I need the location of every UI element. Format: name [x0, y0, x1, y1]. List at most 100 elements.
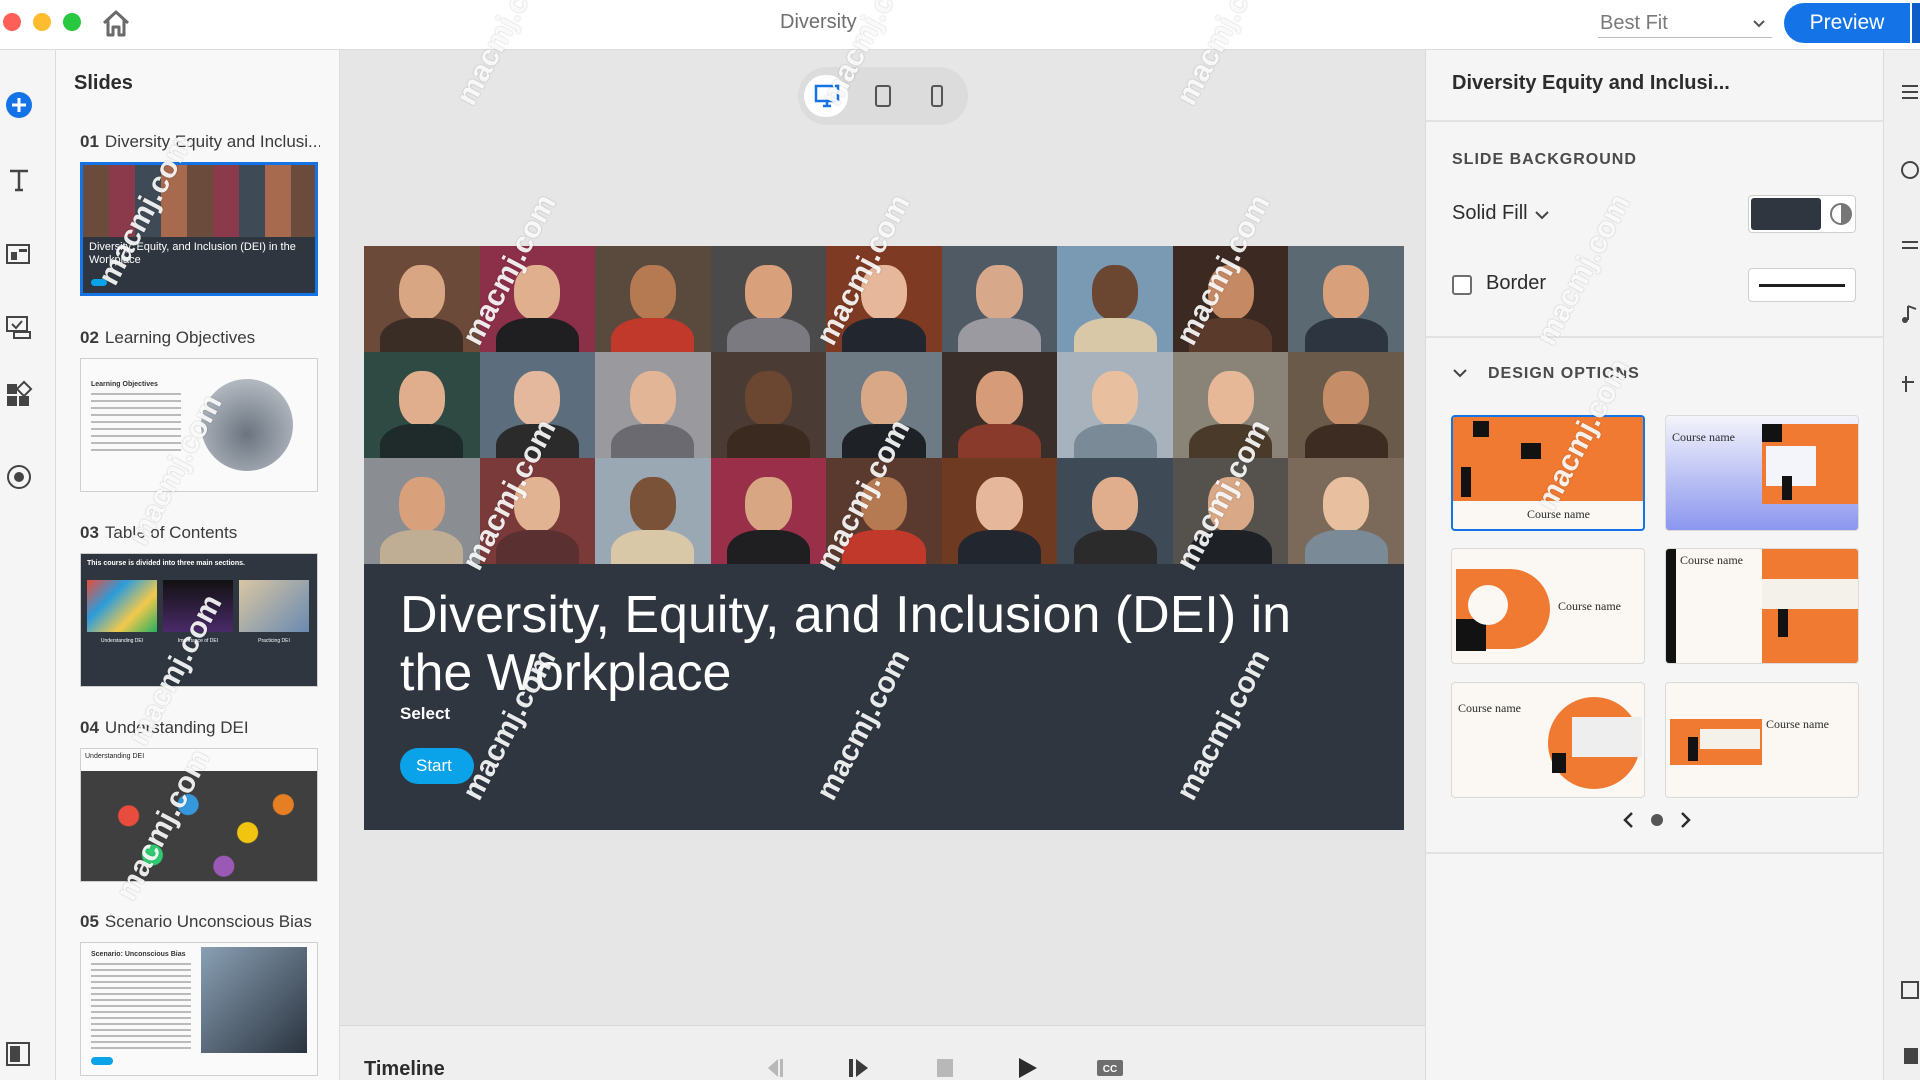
color-picker-icon[interactable]	[1829, 202, 1853, 226]
page-dot[interactable]	[1651, 814, 1663, 826]
audio-tab-icon[interactable]	[1898, 302, 1920, 326]
skip-back-icon[interactable]	[760, 1056, 790, 1080]
home-icon[interactable]	[100, 8, 132, 38]
slides-panel-title: Slides	[74, 72, 133, 94]
theme-option-5[interactable]: Course name	[1451, 682, 1645, 798]
properties-panel: Diversity Equity and Inclusi... SLIDE BA…	[1425, 50, 1884, 1080]
theme-caption: Course name	[1672, 430, 1735, 444]
thumb-caption: Importance of DEI	[177, 638, 219, 644]
panel-tab-icon[interactable]	[1898, 1044, 1920, 1068]
document-title: Diversity	[780, 11, 857, 33]
fill-color-swatch[interactable]	[1748, 195, 1856, 233]
mobile-icon	[931, 85, 943, 107]
thumb-image	[87, 580, 157, 632]
tablet-icon	[875, 85, 891, 107]
thumb-image	[81, 771, 317, 881]
stop-icon[interactable]	[930, 1056, 960, 1080]
border-checkbox[interactable]	[1452, 275, 1472, 295]
app-window: Diversity Best Fit Preview Slides 01 Div…	[0, 0, 1920, 1080]
slide-thumbnail[interactable]: This course is divided into three main s…	[80, 553, 318, 687]
right-tool-rail	[1883, 50, 1920, 1080]
slide-item-4[interactable]: 04 Understanding DEI Understanding DEI	[80, 718, 320, 882]
slide-thumb-heading: This course is divided into three main s…	[87, 560, 245, 567]
minimize-window-button[interactable]	[33, 13, 51, 31]
slide-subtitle[interactable]: Select	[400, 704, 450, 724]
chevron-down-icon[interactable]	[1452, 366, 1468, 380]
thumb-button	[91, 1057, 113, 1065]
close-window-button[interactable]	[3, 13, 21, 31]
desktop-icon	[814, 84, 840, 108]
thumb-image	[239, 580, 309, 632]
fill-color-preview	[1751, 198, 1821, 230]
tablet-view-button[interactable]	[860, 75, 904, 117]
slide-thumb-heading: Diversity, Equity, and Inclusion (DEI) i…	[89, 241, 296, 266]
border-style-select[interactable]	[1748, 268, 1856, 302]
theme-option-4[interactable]: Course name	[1665, 548, 1859, 664]
interaction-tool-icon[interactable]	[4, 312, 34, 342]
slide-start-button[interactable]: Start	[400, 748, 474, 784]
slide-thumbnail[interactable]: Diversity, Equity, and Inclusion (DEI) i…	[80, 162, 318, 296]
theme-option-3[interactable]: Course name	[1451, 548, 1645, 664]
slide-thumbnail[interactable]: Scenario: Unconscious Bias	[80, 942, 318, 1076]
slide-label: 05 Scenario Unconscious Bias	[80, 912, 320, 934]
theme-option-2[interactable]: Course name	[1665, 415, 1859, 531]
record-tool-icon[interactable]	[4, 462, 34, 492]
step-forward-icon[interactable]	[845, 1056, 875, 1080]
slide-canvas[interactable]: Diversity, Equity, and Inclusion (DEI) i…	[364, 246, 1404, 830]
timing-tab-icon[interactable]	[1898, 230, 1920, 254]
play-icon[interactable]	[1012, 1056, 1042, 1080]
media-tool-icon[interactable]	[4, 240, 34, 270]
slide-number: 04	[80, 718, 99, 737]
window-tab-icon[interactable]	[1898, 978, 1920, 1002]
slide-label: 04 Understanding DEI	[80, 718, 320, 740]
zoom-select[interactable]: Best Fit	[1598, 8, 1772, 38]
properties-tab-icon[interactable]	[1898, 80, 1920, 104]
slide-thumbnail[interactable]: Understanding DEI	[80, 748, 318, 882]
theme-caption: Course name	[1458, 701, 1521, 715]
thumb-image	[201, 379, 293, 471]
accessibility-tab-icon[interactable]	[1898, 158, 1920, 182]
slide-item-1[interactable]: 01 Diversity Equity and Inclusi... Divers…	[80, 132, 320, 296]
text-tool-icon[interactable]	[4, 165, 34, 195]
slides-panel: Slides 01 Diversity Equity and Inclusi...…	[56, 50, 340, 1080]
thumb-start-button	[91, 279, 107, 286]
tool-rail	[0, 50, 56, 1080]
mobile-view-button[interactable]	[914, 75, 958, 117]
slide-number: 05	[80, 912, 99, 931]
slide-title: Learning Objectives	[104, 328, 256, 347]
properties-title: Diversity Equity and Inclusi...	[1452, 72, 1730, 94]
slide-item-2[interactable]: 02 Learning Objectives Learning Objective…	[80, 328, 320, 492]
slide-item-3[interactable]: 03 Table of Contents This course is divid…	[80, 523, 320, 687]
maximize-window-button[interactable]	[63, 13, 81, 31]
theme-caption: Course name	[1680, 553, 1743, 567]
slide-label: 02 Learning Objectives	[80, 328, 320, 350]
border-line-preview	[1759, 284, 1845, 287]
chevron-left-icon[interactable]	[1623, 812, 1633, 828]
slide-heading[interactable]: Diversity, Equity, and Inclusion (DEI) i…	[400, 586, 1360, 702]
preview-button[interactable]: Preview	[1784, 3, 1910, 43]
chevron-down-icon[interactable]	[1534, 208, 1550, 222]
add-slide-icon[interactable]	[4, 90, 34, 120]
closed-captions-icon[interactable]: CC	[1095, 1056, 1125, 1080]
thumb-caption: Understanding DEI	[100, 638, 144, 644]
canvas-area: Diversity, Equity, and Inclusion (DEI) i…	[340, 50, 1425, 1025]
fill-type-select[interactable]: Solid Fill	[1452, 202, 1528, 225]
slide-item-5[interactable]: 05 Scenario Unconscious Bias Scenario: Un…	[80, 912, 320, 1076]
device-view-toggle	[798, 67, 968, 125]
slide-background-heading: SLIDE BACKGROUND	[1452, 151, 1637, 168]
desktop-view-button[interactable]	[804, 75, 848, 117]
zoom-value: Best Fit	[1600, 12, 1668, 34]
slide-title: Diversity Equity and Inclusi...	[104, 132, 320, 151]
theme-option-6[interactable]: Course name	[1665, 682, 1859, 798]
panel-toggle-icon[interactable]	[4, 1040, 34, 1070]
timeline-label: Timeline	[364, 1058, 445, 1080]
slide-thumbnail[interactable]: Learning Objectives	[80, 358, 318, 492]
preview-dropdown-button[interactable]	[1912, 3, 1920, 43]
components-tool-icon[interactable]	[4, 380, 34, 410]
slide-title: Table of Contents	[104, 523, 238, 542]
slide-number: 03	[80, 523, 99, 542]
theme-option-1[interactable]: Course name	[1451, 415, 1645, 531]
chevron-right-icon[interactable]	[1681, 812, 1691, 828]
interaction-tab-icon[interactable]	[1898, 372, 1920, 396]
slide-title: Understanding DEI	[104, 718, 249, 737]
